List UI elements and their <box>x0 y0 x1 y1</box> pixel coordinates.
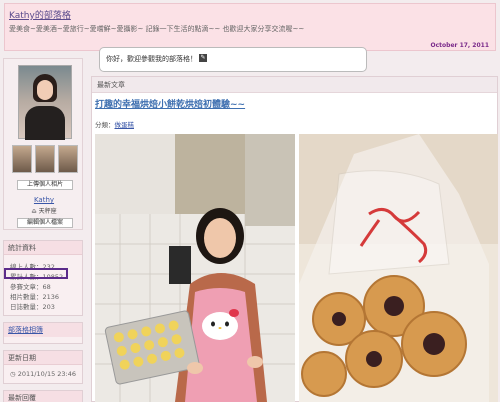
edit-profile-button[interactable]: 編輯個人檔案 <box>17 218 73 228</box>
upload-photo-button[interactable]: 上傳個人相片 <box>17 180 73 190</box>
stats-line: 相片數量：2136 <box>10 293 60 301</box>
category-link[interactable]: 做蛋糕 <box>115 121 135 129</box>
latest-reply-box: 最新回覆 <box>3 390 83 402</box>
profile-panel: 上傳個人相片 Kathy ♎ 天秤座 編輯個人檔案 <box>3 58 83 230</box>
zodiac-icon: ♎ <box>31 208 37 215</box>
update-value: ◷ 2011/10/15 23:46 <box>10 370 76 378</box>
highlight-box <box>4 268 68 279</box>
album-box: 部落格相簿 <box>3 322 83 344</box>
blog-title-link[interactable]: Kathy的部落格 <box>9 8 71 21</box>
stats-line: 日誌數量：203 <box>10 303 55 311</box>
greeting-bubble: 你好，歡迎參觀我的部落格！ ✎ <box>99 47 367 72</box>
category-label: 分類： <box>95 121 115 129</box>
latest-reply-title: 最新回覆 <box>4 391 82 402</box>
avatar <box>18 65 72 140</box>
thumbnail-image[interactable] <box>35 145 55 173</box>
profile-sign: ♎ 天秤座 <box>4 206 84 215</box>
post-category: 分類：做蛋糕 <box>95 119 134 129</box>
greeting-text: 你好，歡迎參觀我的部落格！ <box>106 55 197 63</box>
update-date: 2011/10/15 23:46 <box>17 370 77 378</box>
blog-header: Kathy的部落格 愛美食~愛美酒~愛旅行~愛嚐鮮~愛攝影~ 記錄一下生活的點滴… <box>4 3 496 51</box>
post-photo-cookie-bag[interactable] <box>299 134 498 402</box>
update-box: 更新日期 ◷ 2011/10/15 23:46 <box>3 350 83 384</box>
thumbnail-image[interactable] <box>58 145 78 173</box>
section-title: 最新文章 <box>92 77 497 93</box>
post-title-link[interactable]: 打趣的幸福烘焙小餅乾烘焙初體驗~~ <box>95 97 245 110</box>
profile-name-link[interactable]: Kathy <box>4 196 84 204</box>
update-title: 更新日期 <box>4 351 82 365</box>
edit-icon[interactable]: ✎ <box>199 54 207 62</box>
main-content: 最新文章 打趣的幸福烘焙小餅乾烘焙初體驗~~ 分類：做蛋糕 <box>91 76 498 402</box>
stats-title: 統計資料 <box>4 241 82 255</box>
header-date: October 17, 2011 <box>430 42 489 49</box>
post-photo-woman-with-cookies[interactable] <box>95 134 295 402</box>
blog-tagline: 愛美食~愛美酒~愛旅行~愛嚐鮮~愛攝影~ 記錄一下生活的點滴~~ 也歡迎大家分享… <box>9 25 305 33</box>
stats-line: 參賽文章：68 <box>10 283 51 291</box>
profile-sign-text: 天秤座 <box>38 208 57 215</box>
thumbnail-image[interactable] <box>12 145 32 173</box>
profile-thumbnails <box>12 145 78 173</box>
clock-icon: ◷ <box>10 370 16 378</box>
album-link[interactable]: 部落格相簿 <box>4 323 82 337</box>
